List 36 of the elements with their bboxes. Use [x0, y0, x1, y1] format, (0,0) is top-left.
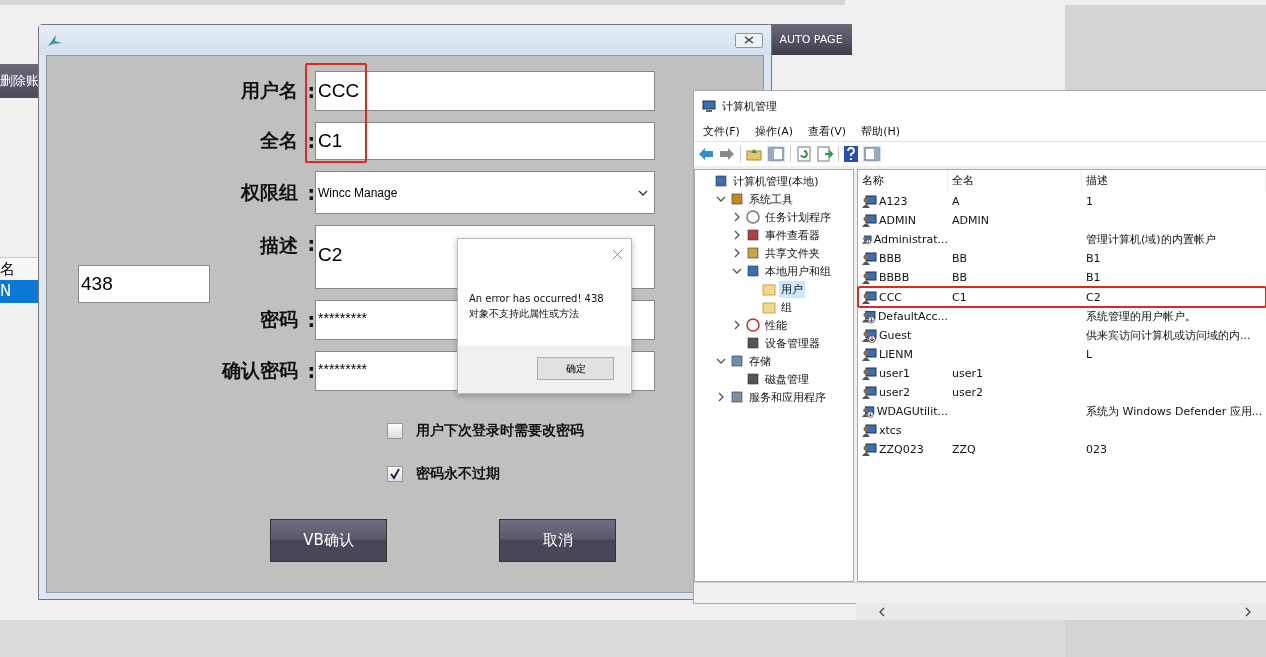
colon: : [306, 360, 315, 382]
table-cell: 系统为 Windows Defender 应用... [1086, 405, 1263, 419]
field-label: 确认密码 [222, 358, 299, 383]
table-cell: C1 [952, 290, 967, 304]
window-title: 计算机管理 [722, 98, 777, 114]
table-cell: C2 [1086, 290, 1101, 304]
field-label: 全名 [260, 128, 299, 153]
table-cell: user2 [952, 386, 983, 399]
checkbox-label: 用户下次登录时需要改密码 [416, 422, 584, 440]
table-cell: L [1086, 347, 1093, 361]
table-cell: 管理计算机(域)的内置帐户 [1086, 233, 1216, 247]
colon: : [306, 130, 315, 152]
table-cell: BB [952, 252, 968, 266]
field-label: 描述 [260, 233, 299, 258]
colon: : [306, 233, 315, 255]
field-label: 密码 [260, 307, 299, 332]
table-cell: 023 [1086, 443, 1107, 457]
field-label: 用户名 [241, 78, 299, 103]
table-cell: BB [952, 271, 968, 285]
list-header-cell: 名 [0, 257, 38, 280]
table-cell: ZZQ [952, 443, 976, 457]
colon: : [306, 80, 315, 102]
table-cell: 系统管理的用户帐户。 [1086, 309, 1196, 323]
table-cell: B1 [1086, 271, 1101, 285]
checkbox-label: 密码永不过期 [416, 465, 500, 483]
table-cell: 供来宾访问计算机或访问域的内... [1086, 328, 1251, 342]
error-detail: 对象不支持此属性或方法 [469, 307, 580, 321]
table-cell: user1 [952, 366, 983, 380]
table-cell: B1 [1086, 252, 1101, 266]
colon: : [306, 309, 315, 331]
table-cell: ADMIN [952, 214, 989, 228]
table-cell: 1 [1086, 195, 1093, 209]
colon: : [306, 181, 315, 204]
table-cell: A [952, 195, 960, 209]
error-message: An error has occurred! 438 [469, 292, 605, 306]
field-label: 权限组 [241, 179, 299, 205]
